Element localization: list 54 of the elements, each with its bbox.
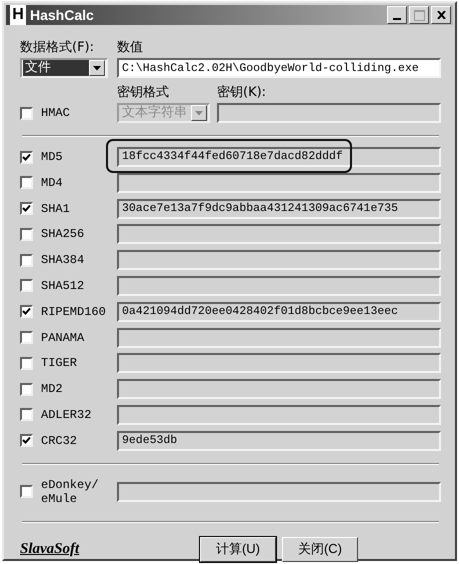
checkmark-icon [22,152,31,162]
close-button[interactable] [431,6,451,24]
field-label: 数值 [117,39,144,56]
checkbox[interactable] [20,176,33,190]
checkbox[interactable] [20,202,33,216]
input-field[interactable]: C:\HashCalc2.02H\GoodbyeWorld-colliding.exe [117,58,441,78]
checkbox-label: eDonkey/ eMule [41,478,99,506]
checkmark-icon [22,307,31,316]
checkbox[interactable] [20,254,33,267]
checkbox-label: SHA384 [41,253,84,268]
minimize-button[interactable] [387,6,407,24]
checkbox-label: TIGER [41,356,78,370]
logo: SlavaSoft [20,540,80,558]
checkbox[interactable] [20,106,33,120]
caret-icon [195,110,203,116]
checkbox[interactable] [20,150,33,164]
checkbox-label: SHA1 [41,202,70,216]
output-field: 18fcc4334f44fed60718e7dacd82dddf [117,147,441,167]
output-field: 0a421094dd720ee0428402f01d8bcbce9ee13eec [117,302,441,322]
checkbox-label: SHA256 [41,227,84,242]
checkbox[interactable] [20,434,33,448]
checkbox-label: SHA512 [41,278,84,293]
dialog-button[interactable]: 关闭(C) [282,536,358,562]
maximize-button[interactable] [409,6,429,24]
checkbox-label: MD4 [41,176,63,190]
checkbox-label: MD5 [41,150,63,164]
checkbox[interactable] [20,485,33,498]
checkbox-label: RIPEMD160 [41,304,106,319]
field-label: 密钥(K): [217,84,268,101]
checkbox-label: HMAC [41,106,70,120]
dialog-button[interactable]: 计算(U) [200,536,276,562]
checkbox[interactable] [20,356,33,370]
caret-icon [93,66,101,70]
dropdown[interactable]: 文件 [20,58,108,78]
output-field: 30ace7e13a7f9dc9abbaa431241309ac6741e735 [117,198,441,219]
checkbox-label: MD2 [41,382,63,396]
checkmark-icon [22,436,31,446]
field-label: 密钥格式 [117,84,170,101]
checkbox[interactable] [20,331,33,344]
field-label: 数据格式(F): [20,39,96,56]
window-title: HashCalc [30,7,95,23]
checkbox[interactable] [20,279,33,292]
checkbox[interactable] [20,382,33,396]
output-field: 9ede53db [117,430,441,451]
close-icon [436,11,446,19]
checkbox-label: PANAMA [41,330,84,345]
checkbox[interactable] [20,228,33,241]
checkbox[interactable] [20,305,33,318]
checkbox[interactable] [20,408,33,422]
input-field[interactable] [217,103,441,123]
checkbox-label: ADLER32 [41,408,92,422]
checkbox-label: CRC32 [41,434,78,448]
checkmark-icon [22,204,31,214]
app-icon: H [10,5,26,25]
